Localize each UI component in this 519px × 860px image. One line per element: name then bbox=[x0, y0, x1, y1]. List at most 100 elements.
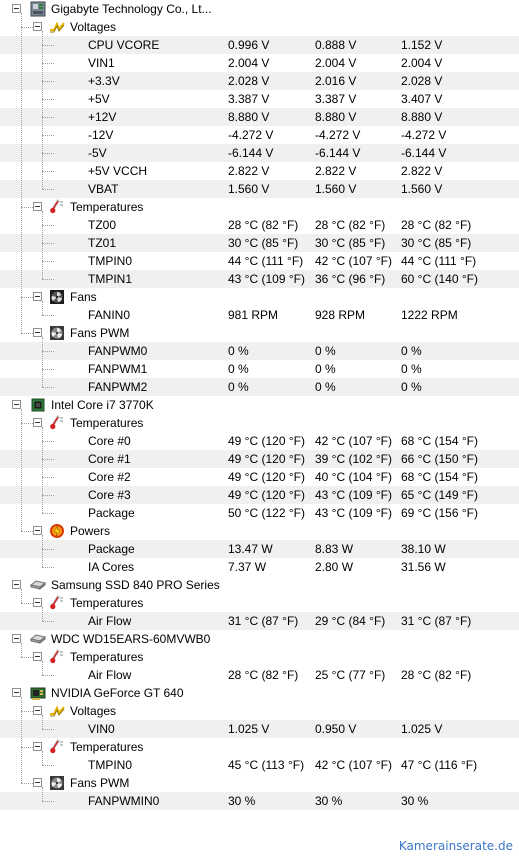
tree-guide-horizontal bbox=[42, 369, 54, 370]
expand-toggle[interactable] bbox=[33, 778, 42, 787]
sensor-row[interactable]: FANPWM0 0 % 0 % 0 % bbox=[0, 342, 519, 360]
group-row[interactable]: Fans PWM bbox=[0, 324, 519, 342]
motherboard-icon bbox=[30, 1, 46, 17]
sensor-row[interactable]: TZ01 30 °C (85 °F) 30 °C (85 °F) 30 °C (85 … bbox=[0, 234, 519, 252]
sensor-row[interactable]: FANPWM2 0 % 0 % 0 % bbox=[0, 378, 519, 396]
sensor-max: 2.028 V bbox=[401, 74, 443, 88]
tree-guide-horizontal bbox=[42, 765, 54, 766]
sensor-max: 0 % bbox=[401, 380, 422, 394]
tree-guide-vertical bbox=[21, 697, 22, 783]
expand-toggle[interactable] bbox=[33, 328, 42, 337]
device-row[interactable]: NVIDIA GeForce GT 640 bbox=[0, 684, 519, 702]
sensor-row[interactable]: +12V 8.880 V 8.880 V 8.880 V bbox=[0, 108, 519, 126]
group-row[interactable]: Fans PWM bbox=[0, 774, 519, 792]
group-row[interactable]: Temperatures bbox=[0, 594, 519, 612]
sensor-row[interactable]: Core #0 49 °C (120 °F) 42 °C (107 °F) 68 °C… bbox=[0, 432, 519, 450]
sensor-row[interactable]: Package 50 °C (122 °F) 43 °C (109 °F) 69 °C… bbox=[0, 504, 519, 522]
sensor-name: VIN0 bbox=[88, 722, 115, 736]
sensor-min: 0.888 V bbox=[315, 38, 357, 52]
sensor-row[interactable]: Air Flow 31 °C (87 °F) 29 °C (84 °F) 31 °C … bbox=[0, 612, 519, 630]
group-row[interactable]: Temperatures bbox=[0, 648, 519, 666]
sensor-row[interactable]: TMPIN1 43 °C (109 °F) 36 °C (96 °F) 60 °C (… bbox=[0, 270, 519, 288]
tree-guide-horizontal bbox=[42, 495, 54, 496]
sensor-max: 31.56 W bbox=[401, 560, 446, 574]
expand-toggle[interactable] bbox=[33, 292, 42, 301]
group-row[interactable]: Voltages bbox=[0, 702, 519, 720]
sensor-row[interactable]: VBAT 1.560 V 1.560 V 1.560 V bbox=[0, 180, 519, 198]
sensor-min: 0 % bbox=[315, 344, 336, 358]
sensor-row[interactable]: FANPWMIN0 30 % 30 % 30 % bbox=[0, 792, 519, 810]
sensor-row[interactable]: Air Flow 28 °C (82 °F) 25 °C (77 °F) 28 °C … bbox=[0, 666, 519, 684]
tree-guide-horizontal bbox=[42, 45, 54, 46]
sensor-row[interactable]: +5V VCCH 2.822 V 2.822 V 2.822 V bbox=[0, 162, 519, 180]
tree-guide-vertical bbox=[42, 211, 43, 279]
device-name: WDC WD15EARS-60MVWB0 bbox=[51, 632, 211, 646]
expand-toggle[interactable] bbox=[33, 202, 42, 211]
sensor-name: Core #3 bbox=[88, 488, 131, 502]
group-row[interactable]: Fans bbox=[0, 288, 519, 306]
sensor-max: 31 °C (87 °F) bbox=[401, 614, 472, 628]
sensor-row[interactable]: TMPIN0 44 °C (111 °F) 42 °C (107 °F) 44 °C … bbox=[0, 252, 519, 270]
tree-guide-horizontal bbox=[42, 81, 54, 82]
voltage-icon bbox=[49, 19, 65, 35]
sensor-row[interactable]: Package 13.47 W 8.83 W 38.10 W bbox=[0, 540, 519, 558]
expand-toggle[interactable] bbox=[33, 652, 42, 661]
expand-toggle[interactable] bbox=[33, 22, 42, 31]
expand-toggle[interactable] bbox=[33, 706, 42, 715]
sensor-max: 65 °C (149 °F) bbox=[401, 488, 478, 502]
sensor-value: 13.47 W bbox=[228, 542, 273, 556]
sensor-row[interactable]: +5V 3.387 V 3.387 V 3.407 V bbox=[0, 90, 519, 108]
sensor-max: 0 % bbox=[401, 362, 422, 376]
group-row[interactable]: Powers bbox=[0, 522, 519, 540]
group-row[interactable]: Temperatures bbox=[0, 738, 519, 756]
sensor-row[interactable]: FANIN0 981 RPM 928 RPM 1222 RPM bbox=[0, 306, 519, 324]
watermark: Kamerainserate.de bbox=[398, 839, 513, 853]
sensor-value: 30 % bbox=[228, 794, 256, 808]
tree-guide-horizontal bbox=[42, 315, 54, 316]
device-row[interactable]: Samsung SSD 840 PRO Series bbox=[0, 576, 519, 594]
tree-guide-vertical bbox=[42, 535, 43, 567]
sensor-row[interactable]: Core #3 49 °C (120 °F) 43 °C (109 °F) 65 °C… bbox=[0, 486, 519, 504]
expand-toggle[interactable] bbox=[12, 4, 21, 13]
group-row[interactable]: Voltages bbox=[0, 18, 519, 36]
group-name: Temperatures bbox=[70, 596, 144, 610]
sensor-row[interactable]: TZ00 28 °C (82 °F) 28 °C (82 °F) 28 °C (82 … bbox=[0, 216, 519, 234]
sensor-name: -5V bbox=[88, 146, 107, 160]
sensor-row[interactable]: VIN1 2.004 V 2.004 V 2.004 V bbox=[0, 54, 519, 72]
tree-guide-horizontal bbox=[42, 117, 54, 118]
device-row[interactable]: WDC WD15EARS-60MVWB0 bbox=[0, 630, 519, 648]
tree-guide-horizontal bbox=[21, 531, 33, 532]
sensor-min: -6.144 V bbox=[315, 146, 361, 160]
sensor-row[interactable]: CPU VCORE 0.996 V 0.888 V 1.152 V bbox=[0, 36, 519, 54]
expand-toggle[interactable] bbox=[33, 526, 42, 535]
sensor-row[interactable]: Core #2 49 °C (120 °F) 40 °C (104 °F) 68 °C… bbox=[0, 468, 519, 486]
sensor-row[interactable]: -5V -6.144 V -6.144 V -6.144 V bbox=[0, 144, 519, 162]
expand-toggle[interactable] bbox=[12, 688, 21, 697]
sensor-row[interactable]: +3.3V 2.028 V 2.016 V 2.028 V bbox=[0, 72, 519, 90]
sensor-value: 49 °C (120 °F) bbox=[228, 452, 305, 466]
sensor-value: 7.37 W bbox=[228, 560, 267, 574]
expand-toggle[interactable] bbox=[12, 400, 21, 409]
sensor-max: 66 °C (150 °F) bbox=[401, 452, 478, 466]
device-row[interactable]: Gigabyte Technology Co., Lt... bbox=[0, 0, 519, 18]
sensor-row[interactable]: VIN0 1.025 V 0.950 V 1.025 V bbox=[0, 720, 519, 738]
sensor-min: 30 °C (85 °F) bbox=[315, 236, 386, 250]
expand-toggle[interactable] bbox=[33, 598, 42, 607]
device-row[interactable]: Intel Core i7 3770K bbox=[0, 396, 519, 414]
expand-toggle[interactable] bbox=[33, 418, 42, 427]
expand-toggle[interactable] bbox=[12, 580, 21, 589]
expand-toggle[interactable] bbox=[12, 634, 21, 643]
sensor-row[interactable]: FANPWM1 0 % 0 % 0 % bbox=[0, 360, 519, 378]
tree-guide-horizontal bbox=[42, 243, 54, 244]
sensor-row[interactable]: TMPIN0 45 °C (113 °F) 42 °C (107 °F) 47 °C … bbox=[0, 756, 519, 774]
sensor-min: 42 °C (107 °F) bbox=[315, 758, 392, 772]
thermometer-icon bbox=[49, 415, 65, 431]
group-row[interactable]: Temperatures bbox=[0, 198, 519, 216]
sensor-row[interactable]: IA Cores 7.37 W 2.80 W 31.56 W bbox=[0, 558, 519, 576]
expand-toggle[interactable] bbox=[33, 742, 42, 751]
thermometer-icon bbox=[49, 739, 65, 755]
sensor-row[interactable]: Core #1 49 °C (120 °F) 39 °C (102 °F) 66 °C… bbox=[0, 450, 519, 468]
sensor-row[interactable]: -12V -4.272 V -4.272 V -4.272 V bbox=[0, 126, 519, 144]
group-name: Voltages bbox=[70, 20, 117, 34]
group-row[interactable]: Temperatures bbox=[0, 414, 519, 432]
